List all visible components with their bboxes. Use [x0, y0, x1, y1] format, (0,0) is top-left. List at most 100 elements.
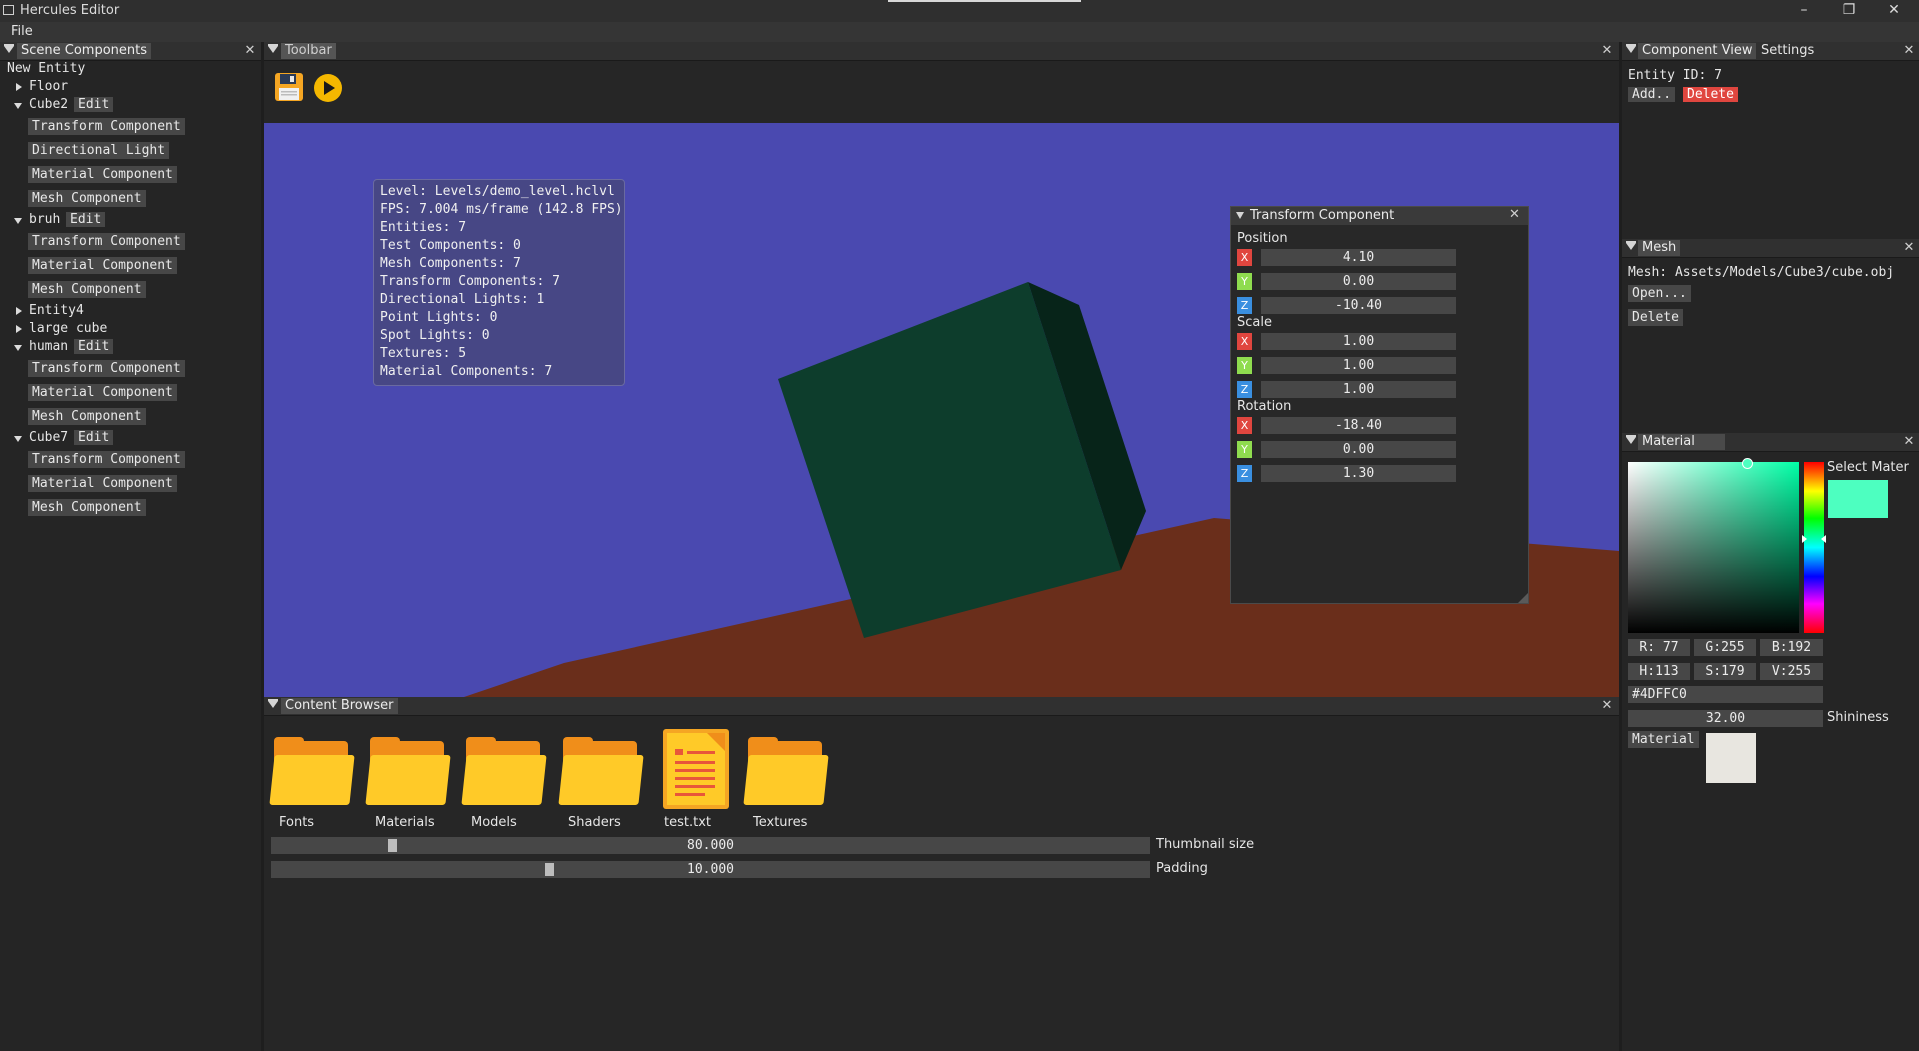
expanded-arrow-icon[interactable] — [14, 436, 22, 442]
toolbar-close-icon[interactable]: ✕ — [1600, 42, 1614, 60]
position-y-field[interactable]: 0.00 — [1261, 273, 1456, 290]
expanded-arrow-icon[interactable] — [14, 218, 22, 224]
menu-file[interactable]: File — [11, 24, 33, 39]
content-item-label[interactable]: Materials — [375, 815, 435, 830]
red-channel-field[interactable]: R: 77 — [1628, 639, 1690, 656]
hex-color-field[interactable]: #4DFFC0 — [1628, 686, 1823, 703]
component-button[interactable]: Material Component — [28, 166, 177, 183]
saturation-channel-field[interactable]: S:179 — [1694, 663, 1756, 680]
collapse-icon[interactable] — [1626, 241, 1636, 250]
entity-item[interactable]: bruh — [29, 212, 60, 227]
component-button[interactable]: Mesh Component — [28, 281, 146, 298]
component-button[interactable]: Transform Component — [28, 233, 185, 250]
edit-entity-button[interactable]: Edit — [66, 212, 106, 227]
collapse-icon[interactable] — [1236, 212, 1244, 219]
play-icon[interactable] — [313, 73, 343, 103]
collapsed-arrow-icon[interactable] — [16, 325, 22, 333]
edit-entity-button[interactable]: Edit — [74, 97, 114, 112]
content-item-label[interactable]: Textures — [753, 815, 807, 830]
collapse-icon[interactable] — [268, 44, 278, 53]
content-item-label[interactable]: test.txt — [664, 815, 711, 830]
entity-item[interactable]: Cube2 — [29, 97, 68, 112]
saturation-value-picker[interactable] — [1628, 458, 1799, 633]
content-browser-close-icon[interactable]: ✕ — [1600, 697, 1614, 715]
mesh-close-icon[interactable]: ✕ — [1902, 239, 1916, 257]
tab-scene-components[interactable]: Scene Components — [17, 43, 152, 59]
tab-component-view[interactable]: Component View — [1638, 43, 1757, 59]
content-item-label[interactable]: Fonts — [279, 815, 314, 830]
open-mesh-button[interactable]: Open... — [1628, 285, 1691, 302]
expanded-arrow-icon[interactable] — [14, 345, 22, 351]
edit-entity-button[interactable]: Edit — [74, 339, 114, 354]
folder-icon[interactable] — [365, 737, 451, 807]
collapse-icon[interactable] — [1626, 435, 1636, 444]
component-button[interactable]: Mesh Component — [28, 190, 146, 207]
selected-color-swatch[interactable] — [1828, 480, 1888, 518]
entity-item[interactable]: Entity4 — [29, 303, 84, 318]
text-file-icon[interactable] — [663, 729, 729, 809]
position-z-field[interactable]: -10.40 — [1261, 297, 1456, 314]
collapse-icon[interactable] — [4, 44, 14, 53]
sv-cursor[interactable] — [1742, 458, 1753, 469]
close-window-button[interactable]: ✕ — [1874, 0, 1914, 22]
content-item-label[interactable]: Models — [471, 815, 517, 830]
hue-bar[interactable] — [1802, 462, 1826, 633]
delete-entity-button[interactable]: Delete — [1683, 87, 1738, 102]
collapse-icon[interactable] — [268, 699, 278, 708]
expanded-arrow-icon[interactable] — [14, 103, 22, 109]
transform-window-close-icon[interactable]: ✕ — [1509, 207, 1520, 222]
scale-y-field[interactable]: 1.00 — [1261, 357, 1456, 374]
component-view-close-icon[interactable]: ✕ — [1902, 42, 1916, 60]
tab-content-browser[interactable]: Content Browser — [281, 698, 398, 714]
folder-icon[interactable] — [743, 737, 829, 807]
green-channel-field[interactable]: G:255 — [1694, 639, 1756, 656]
folder-icon[interactable] — [269, 737, 355, 807]
tab-settings[interactable]: Settings — [1757, 43, 1818, 59]
entity-item[interactable]: large cube — [29, 321, 107, 336]
content-item-label[interactable]: Shaders — [568, 815, 621, 830]
shininess-field[interactable]: 32.00 — [1628, 710, 1823, 727]
collapsed-arrow-icon[interactable] — [16, 307, 22, 315]
component-button[interactable]: Directional Light — [28, 142, 170, 159]
material-button[interactable]: Material — [1628, 731, 1699, 748]
component-button[interactable]: Transform Component — [28, 451, 185, 468]
material-close-icon[interactable]: ✕ — [1902, 433, 1916, 451]
tab-mesh[interactable]: Mesh — [1638, 240, 1681, 256]
scene-panel-close-icon[interactable]: ✕ — [243, 42, 257, 60]
component-button[interactable]: Transform Component — [28, 360, 185, 377]
scale-z-field[interactable]: 1.00 — [1261, 381, 1456, 398]
new-entity-item[interactable]: New Entity — [7, 61, 85, 76]
delete-mesh-button[interactable]: Delete — [1628, 309, 1683, 326]
component-button[interactable]: Material Component — [28, 257, 177, 274]
component-button[interactable]: Material Component — [28, 384, 177, 401]
folder-icon[interactable] — [461, 737, 547, 807]
restore-button[interactable]: ❐ — [1829, 0, 1869, 22]
thumbnail-size-slider[interactable]: 80.000 — [271, 837, 1150, 854]
collapse-icon[interactable] — [1626, 44, 1636, 53]
blue-channel-field[interactable]: B:192 — [1760, 639, 1823, 656]
folder-icon[interactable] — [558, 737, 644, 807]
entity-item[interactable]: Floor — [29, 79, 68, 94]
material-preview-swatch[interactable] — [1706, 733, 1756, 783]
value-channel-field[interactable]: V:255 — [1760, 663, 1823, 680]
resize-grip[interactable] — [1518, 593, 1528, 603]
rotation-x-field[interactable]: -18.40 — [1261, 417, 1456, 434]
transform-window-header[interactable]: Transform Component ✕ — [1231, 207, 1528, 225]
entity-item[interactable]: human — [29, 339, 68, 354]
entity-item[interactable]: Cube7 — [29, 430, 68, 445]
component-button[interactable]: Mesh Component — [28, 408, 146, 425]
position-x-field[interactable]: 4.10 — [1261, 249, 1456, 266]
rotation-z-field[interactable]: 1.30 — [1261, 465, 1456, 482]
rotation-y-field[interactable]: 0.00 — [1261, 441, 1456, 458]
collapsed-arrow-icon[interactable] — [16, 83, 22, 91]
tab-material[interactable]: Material — [1638, 434, 1725, 450]
tab-toolbar[interactable]: Toolbar — [281, 43, 336, 59]
component-button[interactable]: Material Component — [28, 475, 177, 492]
add-component-button[interactable]: Add.. — [1628, 87, 1676, 102]
edit-entity-button[interactable]: Edit — [74, 430, 114, 445]
padding-slider[interactable]: 10.000 — [271, 861, 1150, 878]
component-button[interactable]: Transform Component — [28, 118, 185, 135]
minimize-button[interactable]: – — [1784, 0, 1824, 22]
hue-channel-field[interactable]: H:113 — [1628, 663, 1690, 680]
component-button[interactable]: Mesh Component — [28, 499, 146, 516]
